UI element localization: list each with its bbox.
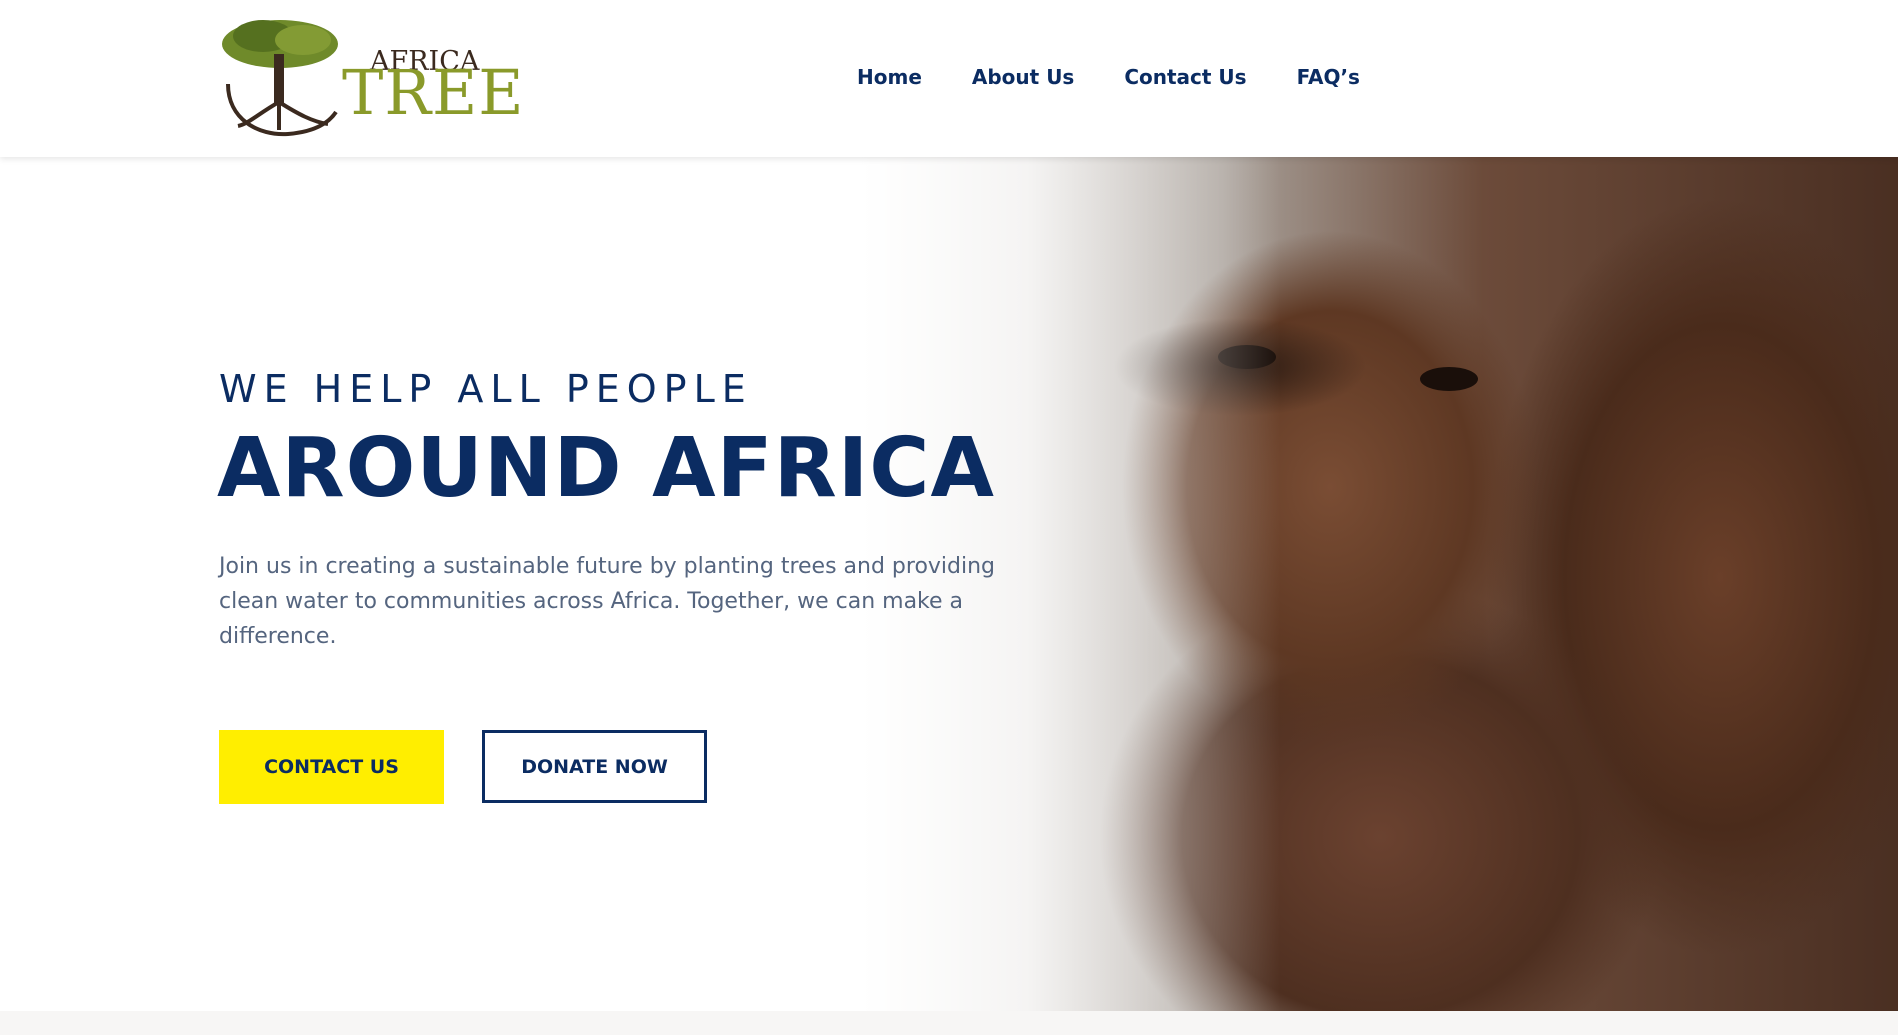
- donate-now-button[interactable]: DONATE NOW: [482, 730, 707, 803]
- photo-detail: [1420, 367, 1478, 391]
- nav-home[interactable]: Home: [857, 62, 922, 92]
- nav-contact-us[interactable]: Contact Us: [1124, 62, 1246, 92]
- hero-headline: AROUND AFRICA: [217, 421, 995, 516]
- contact-us-button[interactable]: CONTACT US: [219, 730, 444, 804]
- logo-word-tree: TREE: [342, 56, 525, 129]
- hero-lead-text: Join us in creating a sustainable future…: [219, 554, 996, 649]
- next-section-edge: [0, 1011, 1898, 1035]
- nav-faqs[interactable]: FAQ’s: [1297, 62, 1360, 92]
- tree-icon: [222, 20, 338, 137]
- site-header: AFRICA TREE Home About Us Contact Us FAQ…: [0, 0, 1898, 157]
- hero-eyebrow: WE HELP ALL PEOPLE: [219, 367, 753, 411]
- nav-about-us[interactable]: About Us: [972, 62, 1074, 92]
- africa-tree-logo[interactable]: AFRICA TREE: [218, 14, 524, 138]
- main-nav: Home About Us Contact Us FAQ’s: [857, 62, 1410, 92]
- hero-section: WE HELP ALL PEOPLE AROUND AFRICA Join us…: [0, 157, 1898, 1011]
